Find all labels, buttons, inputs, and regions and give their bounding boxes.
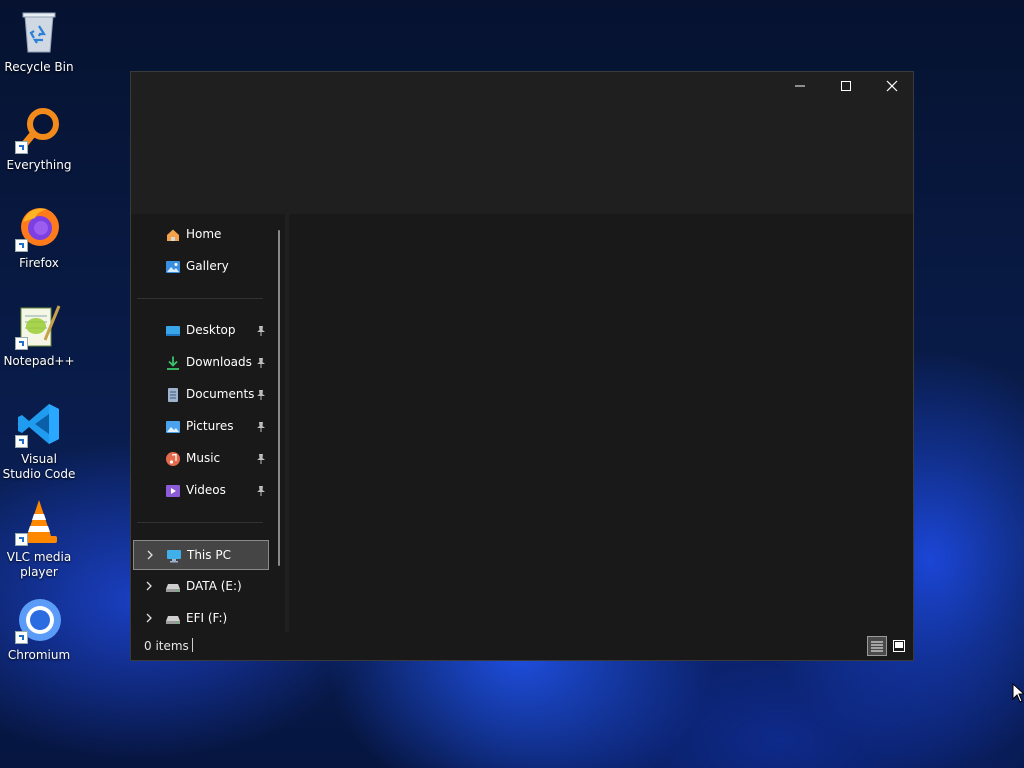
chevron-right-icon[interactable] bbox=[144, 549, 156, 561]
minimize-icon bbox=[795, 85, 805, 87]
pictures-icon bbox=[166, 421, 180, 433]
nav-pane-scrollbar[interactable] bbox=[278, 230, 280, 566]
nav-item-label: This PC bbox=[187, 548, 231, 562]
nav-item-home[interactable]: Home bbox=[133, 220, 269, 250]
nav-item-label: EFI (F:) bbox=[186, 611, 228, 625]
item-count: 0 items bbox=[144, 639, 189, 653]
shortcut-arrow-icon bbox=[15, 337, 28, 350]
chromium-icon bbox=[15, 596, 63, 644]
close-button[interactable] bbox=[869, 72, 915, 100]
nav-item-label: Gallery bbox=[186, 259, 229, 273]
pin-icon[interactable] bbox=[255, 421, 267, 433]
minimize-button[interactable] bbox=[777, 72, 823, 100]
shortcut-arrow-icon bbox=[15, 533, 28, 546]
desktop-icon-label: Visual Studio Code bbox=[2, 452, 76, 481]
shortcut-arrow-icon bbox=[15, 631, 28, 644]
pin-icon[interactable] bbox=[255, 357, 267, 369]
desktop-icon-label: Firefox bbox=[19, 256, 59, 270]
pin-icon[interactable] bbox=[255, 389, 267, 401]
chevron-right-icon[interactable] bbox=[143, 612, 155, 624]
nav-item-label: Videos bbox=[186, 483, 226, 497]
status-separator bbox=[192, 638, 193, 652]
nav-item-label: Music bbox=[186, 451, 221, 465]
nav-item-videos[interactable]: Videos bbox=[133, 476, 269, 506]
vlc-icon bbox=[15, 498, 63, 546]
desktop-icon-vscode[interactable]: Visual Studio Code bbox=[2, 400, 76, 482]
desktop-icon-notepad-plus-plus[interactable]: Notepad++ bbox=[2, 302, 76, 369]
desktop-icon-label: VLC media player bbox=[6, 550, 72, 579]
nav-item-gallery[interactable]: Gallery bbox=[133, 252, 269, 282]
music-icon bbox=[166, 452, 180, 466]
nav-item-desktop[interactable]: Desktop bbox=[133, 316, 269, 346]
nav-item-documents[interactable]: Documents bbox=[133, 380, 269, 410]
pin-icon[interactable] bbox=[255, 325, 267, 337]
desktop-icon-label: Everything bbox=[6, 158, 72, 172]
recycle-bin-icon bbox=[15, 8, 63, 56]
nav-item-this-pc[interactable]: This PC bbox=[133, 540, 269, 570]
nav-item-label: Documents bbox=[186, 387, 255, 401]
home-icon bbox=[167, 229, 179, 241]
close-icon bbox=[886, 80, 898, 92]
nav-item-label: Downloads bbox=[186, 355, 252, 369]
nav-item-label: Home bbox=[186, 227, 222, 241]
desktop-icon-recycle-bin[interactable]: Recycle Bin bbox=[2, 8, 76, 75]
desktop-folder-icon bbox=[166, 326, 180, 336]
everything-search-icon bbox=[15, 106, 63, 154]
this-pc-icon bbox=[167, 550, 181, 563]
nav-divider bbox=[137, 522, 263, 523]
shortcut-arrow-icon bbox=[15, 141, 28, 154]
documents-icon bbox=[168, 388, 178, 402]
mouse-cursor-icon bbox=[1012, 683, 1024, 703]
title-bar[interactable] bbox=[131, 72, 913, 214]
large-icons-view-icon bbox=[893, 640, 905, 652]
nav-divider bbox=[137, 298, 263, 299]
maximize-icon bbox=[841, 81, 851, 91]
nav-item-music[interactable]: Music bbox=[133, 444, 269, 474]
maximize-button[interactable] bbox=[823, 72, 869, 100]
gallery-icon bbox=[166, 261, 180, 273]
drive-icon bbox=[166, 616, 180, 624]
chevron-right-icon[interactable] bbox=[143, 580, 155, 592]
details-view-button[interactable] bbox=[867, 636, 887, 656]
nav-item-downloads[interactable]: Downloads bbox=[133, 348, 269, 378]
desktop-icon-chromium[interactable]: Chromium bbox=[2, 596, 76, 663]
details-view-icon bbox=[871, 641, 883, 652]
file-list-pane[interactable] bbox=[291, 214, 913, 632]
desktop-icon-label: Notepad++ bbox=[3, 354, 75, 368]
nav-item-pictures[interactable]: Pictures bbox=[133, 412, 269, 442]
nav-item-label: DATA (E:) bbox=[186, 579, 242, 593]
nav-item-efi-drive[interactable]: EFI (F:) bbox=[133, 604, 269, 632]
notepad-plus-plus-icon bbox=[15, 302, 63, 350]
desktop-icon-everything[interactable]: Everything bbox=[2, 106, 76, 173]
status-bar: 0 items bbox=[131, 632, 913, 660]
large-icons-view-button[interactable] bbox=[889, 636, 909, 656]
nav-item-data-drive[interactable]: DATA (E:) bbox=[133, 572, 269, 602]
downloads-icon bbox=[167, 356, 179, 370]
firefox-icon bbox=[15, 204, 63, 252]
shortcut-arrow-icon bbox=[15, 239, 28, 252]
pane-splitter[interactable] bbox=[285, 214, 289, 632]
desktop-icon-label: Recycle Bin bbox=[4, 60, 74, 74]
nav-item-label: Desktop bbox=[186, 323, 236, 337]
pin-icon[interactable] bbox=[255, 485, 267, 497]
drive-icon bbox=[166, 584, 180, 592]
desktop-icon-vlc[interactable]: VLC media player bbox=[2, 498, 76, 580]
file-explorer-window[interactable]: Home Gallery Desktop Downloads Documents… bbox=[130, 71, 914, 661]
nav-item-label: Pictures bbox=[186, 419, 234, 433]
shortcut-arrow-icon bbox=[15, 435, 28, 448]
vscode-icon bbox=[15, 400, 63, 448]
pin-icon[interactable] bbox=[255, 453, 267, 465]
navigation-pane[interactable]: Home Gallery Desktop Downloads Documents… bbox=[131, 214, 281, 632]
desktop-icon-label: Chromium bbox=[7, 648, 71, 662]
videos-icon bbox=[166, 485, 180, 497]
desktop-icon-firefox[interactable]: Firefox bbox=[2, 204, 76, 271]
